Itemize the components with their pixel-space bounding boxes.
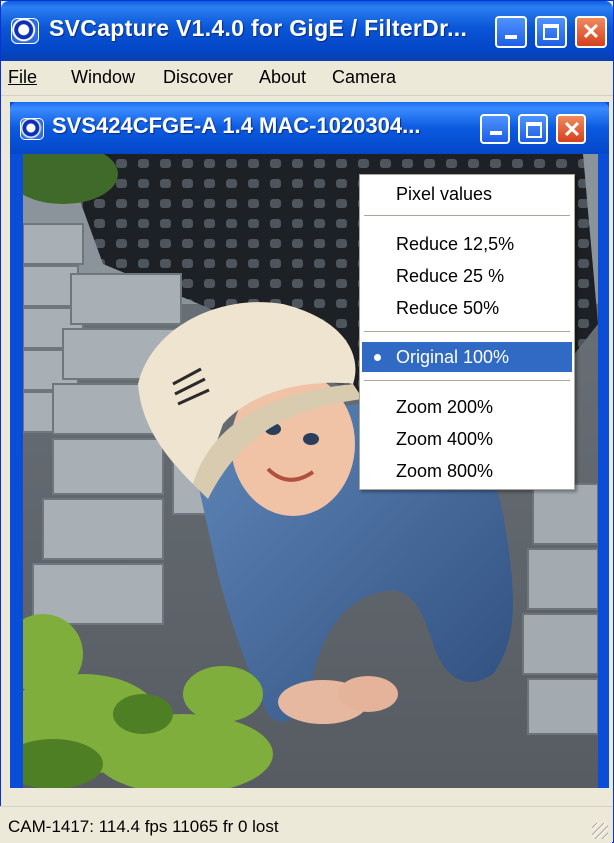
menu-about-label: About	[259, 67, 307, 87]
menu-separator	[364, 380, 570, 381]
menu-item-zoom-400[interactable]: Zoom 400%	[362, 424, 572, 454]
menu-item-zoom-400-label: Zoom 400%	[396, 429, 494, 449]
resize-grip-icon[interactable]	[592, 823, 608, 839]
menu-window-label: Window	[71, 67, 136, 87]
camera-window-icon[interactable]	[20, 118, 44, 140]
camera-maximize-button[interactable]	[518, 114, 548, 144]
menu-item-original-100-label: Original 100%	[396, 347, 510, 367]
maximize-button[interactable]	[535, 16, 567, 48]
menu-item-reduce-25-label: Reduce 25 %	[396, 266, 505, 286]
menu-item-reduce-12-5[interactable]: Reduce 12,5%	[362, 229, 572, 259]
menu-item-zoom-200[interactable]: Zoom 200%	[362, 392, 572, 422]
menu-item-reduce-25[interactable]: Reduce 25 %	[362, 261, 572, 291]
menu-item-reduce-50[interactable]: Reduce 50%	[362, 293, 572, 323]
menu-item-reduce-50-label: Reduce 50%	[396, 298, 500, 318]
menu-file-label: File	[8, 67, 38, 87]
menu-file[interactable]: File	[8, 67, 37, 88]
menu-separator	[364, 215, 570, 216]
menu-camera-label: Camera	[332, 67, 397, 87]
zoom-context-menu: Pixel values Reduce 12,5% Reduce 25 % Re…	[359, 174, 575, 490]
status-bar: CAM-1417: 114.4 fps 11065 fr 0 lost	[0, 806, 612, 843]
menu-item-pixel-values[interactable]: Pixel values	[362, 179, 572, 209]
camera-window-title: SVS424CFGE-A 1.4 MAC-1020304...	[52, 113, 421, 138]
radio-bullet-icon	[374, 354, 381, 361]
main-title-bar[interactable]: SVCapture V1.4.0 for GigE / FilterDr...	[1, 1, 613, 61]
camera-close-button[interactable]	[556, 114, 586, 144]
close-button[interactable]	[575, 16, 607, 48]
menu-item-pixel-values-label: Pixel values	[396, 184, 493, 204]
menu-item-zoom-200-label: Zoom 200%	[396, 397, 494, 417]
menu-camera[interactable]: Camera	[332, 67, 396, 88]
window-title: SVCapture V1.4.0 for GigE / FilterDr...	[49, 15, 468, 41]
menu-bar: File Window Discover About Camera	[1, 61, 613, 96]
camera-minimize-button[interactable]	[480, 114, 510, 144]
menu-item-original-100[interactable]: Original 100%	[362, 342, 572, 372]
menu-item-zoom-800-label: Zoom 800%	[396, 461, 494, 481]
status-text: CAM-1417: 114.4 fps 11065 fr 0 lost	[8, 817, 279, 836]
menu-item-reduce-12-5-label: Reduce 12,5%	[396, 234, 515, 254]
menu-about[interactable]: About	[259, 67, 306, 88]
app-icon[interactable]	[11, 18, 39, 44]
menu-item-zoom-800[interactable]: Zoom 800%	[362, 456, 572, 486]
menu-discover-label: Discover	[163, 67, 234, 87]
menu-separator	[364, 331, 570, 332]
menu-window[interactable]: Window	[71, 67, 135, 88]
menu-discover[interactable]: Discover	[163, 67, 233, 88]
minimize-button[interactable]	[495, 16, 527, 48]
